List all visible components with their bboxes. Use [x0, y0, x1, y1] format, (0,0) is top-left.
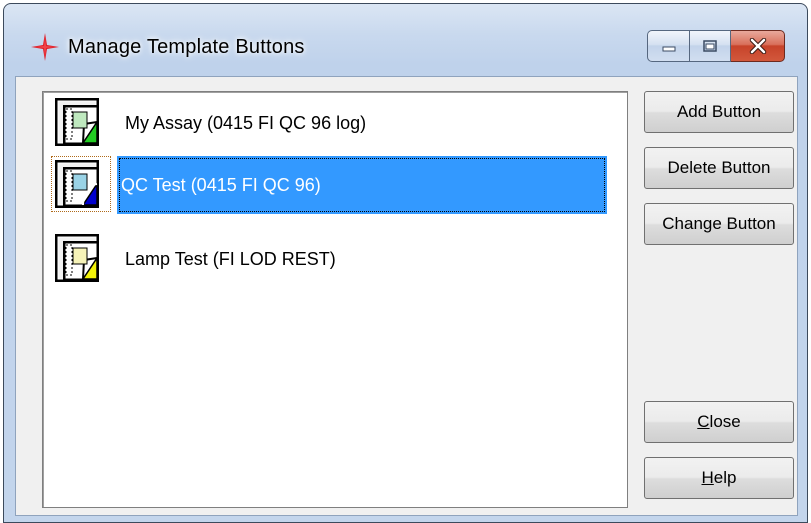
help-label-rest: elp — [713, 468, 737, 487]
maximize-button[interactable] — [689, 30, 731, 62]
minimize-button[interactable] — [647, 30, 689, 62]
template-button-list[interactable]: My Assay (0415 FI QC 96 log) QC Test (04… — [42, 91, 628, 508]
help-button[interactable]: Help — [644, 457, 794, 499]
list-item-label: My Assay (0415 FI QC 96 log) — [125, 113, 367, 133]
caption-buttons — [647, 30, 785, 64]
close-label-rest: lose — [709, 412, 741, 431]
list-item-lamp-test[interactable]: Lamp Test (FI LOD REST) — [51, 230, 621, 286]
list-item-label: Lamp Test (FI LOD REST) — [125, 249, 336, 269]
close-accelerator: C — [697, 412, 710, 431]
maximize-icon — [703, 40, 717, 52]
list-item-label: QC Test (0415 FI QC 96) — [117, 156, 607, 214]
yellow-template-document-icon — [55, 234, 99, 282]
green-template-document-icon — [55, 98, 99, 146]
title-bar[interactable]: Manage Template Buttons — [4, 4, 807, 86]
red-four-point-star-icon — [31, 33, 59, 61]
window-title: Manage Template Buttons — [68, 36, 305, 58]
help-accelerator: H — [701, 468, 714, 487]
add-button[interactable]: Add Button — [644, 91, 794, 133]
delete-button[interactable]: Delete Button — [644, 147, 794, 189]
close-button[interactable]: Close — [644, 401, 794, 443]
blue-template-document-icon — [51, 156, 111, 212]
close-window-button[interactable] — [731, 30, 785, 62]
minimize-icon — [662, 46, 675, 52]
close-icon — [749, 38, 766, 54]
change-button[interactable]: Change Button — [644, 203, 794, 245]
manage-template-buttons-window: Manage Template Buttons My Assay (0415 F… — [3, 3, 808, 523]
list-item-qc-test[interactable]: QC Test (0415 FI QC 96) — [51, 156, 621, 214]
list-item-my-assay[interactable]: My Assay (0415 FI QC 96 log) — [51, 94, 621, 150]
dialog-client-area: My Assay (0415 FI QC 96 log) QC Test (04… — [15, 76, 798, 516]
